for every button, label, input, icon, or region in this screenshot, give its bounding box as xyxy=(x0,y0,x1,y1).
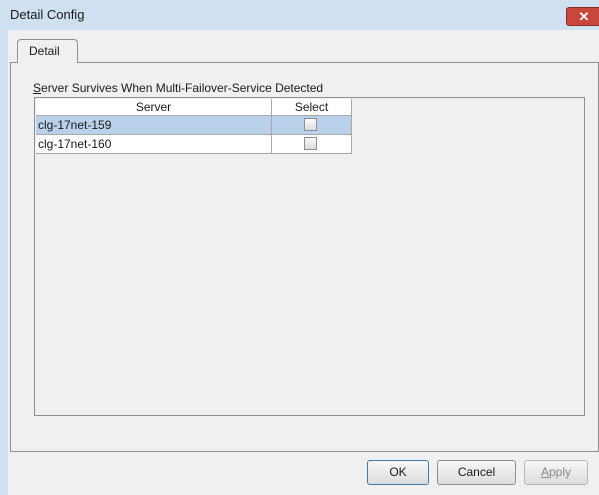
ok-button[interactable]: OK xyxy=(367,460,429,485)
apply-label: pply xyxy=(549,465,572,479)
server-survives-label: Server Survives When Multi-Failover-Serv… xyxy=(33,81,323,95)
server-name-cell: clg-17net-160 xyxy=(36,135,272,154)
title-bar[interactable]: Detail Config ✕ xyxy=(0,0,599,30)
select-checkbox[interactable] xyxy=(304,118,317,131)
server-select-table[interactable]: Server Select clg-17net-159 clg-17net-16… xyxy=(34,97,585,416)
apply-mnemonic: A xyxy=(540,465,549,479)
detail-config-window: Detail Config ✕ Detail Server Survives W… xyxy=(0,0,599,495)
table-row[interactable]: clg-17net-159 xyxy=(36,116,352,135)
close-icon[interactable]: ✕ xyxy=(566,7,599,26)
window-title: Detail Config xyxy=(10,7,85,22)
select-checkbox[interactable] xyxy=(304,137,317,150)
label-mnemonic: S xyxy=(33,81,42,95)
column-header-server[interactable]: Server xyxy=(36,99,272,116)
server-name-cell: clg-17net-159 xyxy=(36,116,272,135)
cancel-button[interactable]: Cancel xyxy=(437,460,516,485)
select-cell xyxy=(272,116,352,135)
apply-button[interactable]: Apply xyxy=(524,460,588,485)
table-row[interactable]: clg-17net-160 xyxy=(36,135,352,154)
select-cell xyxy=(272,135,352,154)
tab-detail[interactable]: Detail xyxy=(17,39,78,63)
dialog-client-area: Detail Server Survives When Multi-Failov… xyxy=(8,30,599,495)
column-header-select[interactable]: Select xyxy=(272,99,352,116)
label-text: erver Survives When Multi-Failover-Servi… xyxy=(41,81,324,95)
